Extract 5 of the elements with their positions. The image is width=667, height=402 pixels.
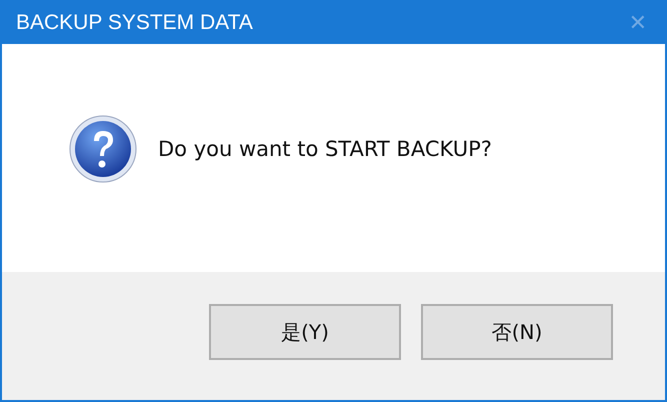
question-icon xyxy=(68,114,138,184)
window-title: BACKUP SYSTEM DATA xyxy=(16,11,253,35)
dialog-button[interactable]: 否(N) xyxy=(421,304,613,360)
message-text: Do you want to START BACKUP? xyxy=(158,137,492,161)
dialog-button[interactable]: 是(Y) xyxy=(209,304,401,360)
